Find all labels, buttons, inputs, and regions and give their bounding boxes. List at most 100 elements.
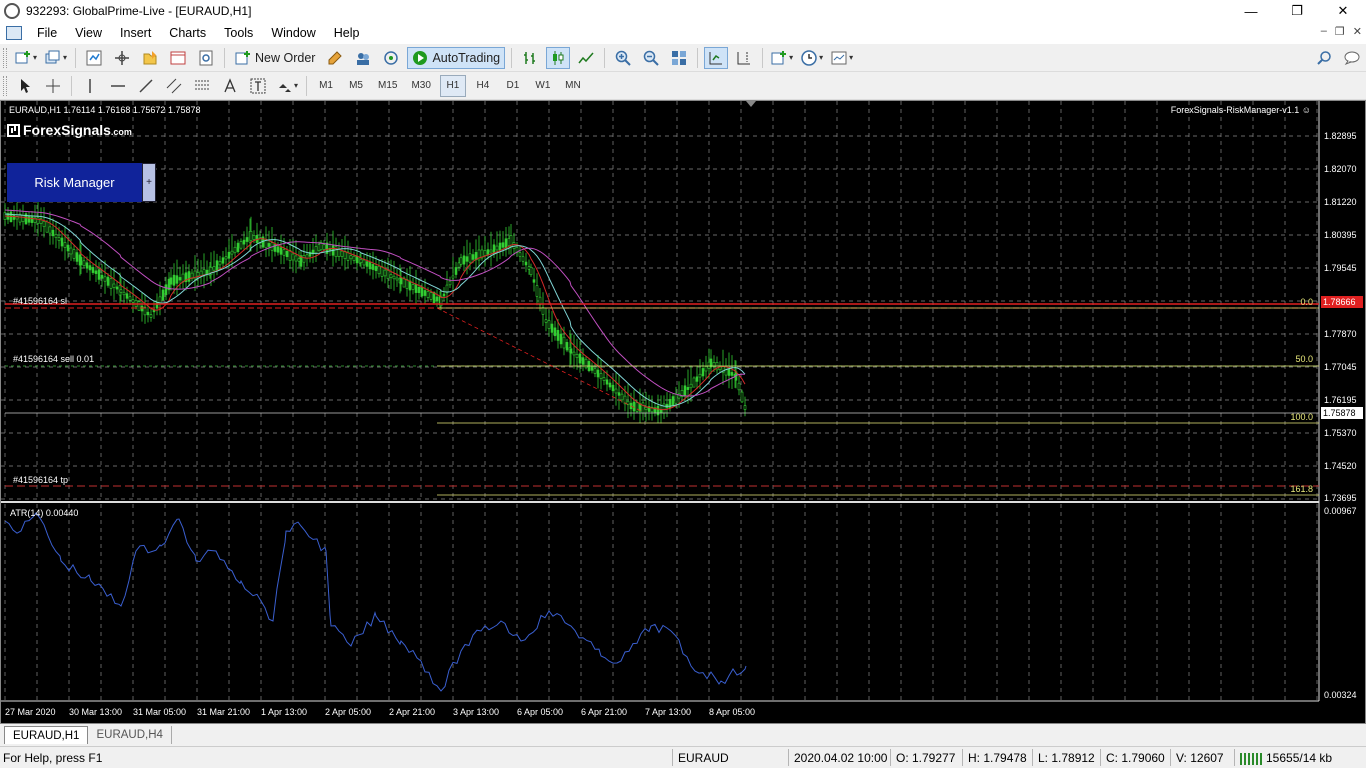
tab-euraud-h1[interactable]: EURAUD,H1 bbox=[4, 726, 89, 744]
candle-body bbox=[82, 260, 86, 267]
timeframe-m15[interactable]: M15 bbox=[373, 75, 402, 97]
mdi-close-icon[interactable]: ✕ bbox=[1353, 25, 1362, 38]
text-tool-button[interactable] bbox=[218, 75, 242, 97]
tab-euraud-h4[interactable]: EURAUD,H4 bbox=[88, 726, 172, 744]
timeframe-mn[interactable]: MN bbox=[560, 75, 586, 97]
text-label-button[interactable] bbox=[246, 75, 270, 97]
minimize-button[interactable]: — bbox=[1228, 0, 1274, 22]
candle-body bbox=[137, 301, 141, 311]
trendline-button[interactable] bbox=[134, 75, 158, 97]
new-order-button[interactable]: New Order bbox=[231, 47, 319, 69]
signals-button[interactable] bbox=[379, 47, 403, 69]
menu-bar: File View Insert Charts Tools Window Hel… bbox=[0, 22, 1366, 44]
zoom-out-button[interactable] bbox=[639, 47, 663, 69]
timeframe-m5[interactable]: M5 bbox=[343, 75, 369, 97]
search-button[interactable] bbox=[1312, 47, 1336, 69]
equidistant-channel-button[interactable] bbox=[162, 75, 186, 97]
price-axis-label: 1.81220 bbox=[1324, 197, 1357, 207]
candlestick-chart-button[interactable] bbox=[546, 46, 571, 69]
vertical-line-icon bbox=[89, 78, 91, 93]
metaeditor-button[interactable] bbox=[323, 47, 347, 69]
candle-body bbox=[575, 354, 579, 358]
menu-file[interactable]: File bbox=[28, 26, 66, 40]
metaeditor-icon bbox=[328, 50, 343, 64]
menu-view[interactable]: View bbox=[66, 26, 111, 40]
community-button[interactable] bbox=[351, 47, 375, 69]
menu-charts[interactable]: Charts bbox=[160, 26, 215, 40]
tile-windows-icon bbox=[672, 50, 687, 65]
chart-shift-button[interactable] bbox=[732, 47, 756, 69]
menu-window[interactable]: Window bbox=[262, 26, 324, 40]
risk-manager-expand-button[interactable]: + bbox=[142, 163, 156, 202]
candle-body bbox=[172, 274, 176, 286]
mdi-restore-icon[interactable]: ❐ bbox=[1335, 25, 1345, 38]
menu-help[interactable]: Help bbox=[325, 26, 369, 40]
timeframe-h1[interactable]: H1 bbox=[439, 74, 466, 97]
candle-body bbox=[359, 259, 363, 263]
timeframe-h4[interactable]: H4 bbox=[470, 75, 496, 97]
sell-order-label[interactable]: #41596164 sell 0.01 bbox=[13, 354, 94, 364]
close-button[interactable]: ✕ bbox=[1320, 0, 1366, 22]
auto-trading-button[interactable]: AutoTrading bbox=[407, 46, 506, 69]
status-connection[interactable]: 15655/14 kb bbox=[1240, 751, 1332, 765]
fibonacci-button[interactable] bbox=[190, 75, 214, 97]
mdi-minimize-icon[interactable]: – bbox=[1321, 25, 1327, 38]
horizontal-line-button[interactable] bbox=[106, 75, 130, 97]
candle-body bbox=[442, 293, 446, 297]
terminal-button[interactable] bbox=[166, 47, 190, 69]
forexsignals-logo: ForexSignals .com bbox=[7, 122, 132, 138]
zoom-in-button[interactable] bbox=[611, 47, 635, 69]
crosshair-tool-button[interactable] bbox=[41, 75, 65, 97]
expert-advisor-name[interactable]: ForexSignals-RiskManager-v1.1 ☺ bbox=[1171, 105, 1311, 115]
bar-chart-icon bbox=[524, 51, 536, 64]
candle-body bbox=[501, 242, 505, 248]
bar-chart-button[interactable] bbox=[518, 47, 542, 69]
timeframe-m1[interactable]: M1 bbox=[313, 75, 339, 97]
maximize-button[interactable]: ❐ bbox=[1274, 0, 1320, 22]
toolbar-grip[interactable] bbox=[3, 47, 7, 68]
new-chart-button[interactable] bbox=[13, 47, 39, 69]
indicators-button[interactable] bbox=[769, 47, 795, 69]
arrows-button[interactable] bbox=[274, 75, 300, 97]
status-open: O: 1.79277 bbox=[896, 751, 956, 765]
candle-body bbox=[399, 277, 403, 285]
candle-body bbox=[426, 291, 430, 298]
price-chart-canvas[interactable] bbox=[1, 101, 1365, 723]
candle-body bbox=[371, 264, 375, 270]
strategy-tester-button[interactable] bbox=[194, 47, 218, 69]
market-watch-button[interactable] bbox=[82, 47, 106, 69]
chart-window[interactable]: EURAUD,H1 1.76114 1.76168 1.75672 1.7587… bbox=[0, 100, 1366, 724]
menu-tools[interactable]: Tools bbox=[215, 26, 262, 40]
timeframe-d1[interactable]: D1 bbox=[500, 75, 526, 97]
profiles-icon bbox=[45, 50, 60, 63]
candle-body bbox=[584, 358, 588, 369]
toolbar-separator bbox=[604, 47, 606, 68]
risk-manager-button[interactable]: Risk Manager bbox=[7, 163, 142, 202]
auto-scroll-button[interactable] bbox=[704, 46, 729, 69]
line-chart-button[interactable] bbox=[574, 47, 598, 69]
data-window-button[interactable] bbox=[110, 47, 134, 69]
candle-body bbox=[740, 391, 744, 403]
auto-trading-label: AutoTrading bbox=[432, 50, 501, 65]
timeframe-w1[interactable]: W1 bbox=[530, 75, 556, 97]
toolbar-grip[interactable] bbox=[3, 75, 7, 96]
toolbar-separator bbox=[511, 47, 513, 68]
candle-body bbox=[169, 277, 173, 285]
templates-button[interactable] bbox=[829, 47, 855, 69]
chat-button[interactable] bbox=[1340, 47, 1364, 69]
profiles-button[interactable] bbox=[43, 47, 69, 69]
timeframe-m30[interactable]: M30 bbox=[406, 75, 435, 97]
vertical-line-button[interactable] bbox=[78, 75, 102, 97]
drawing-toolbar: M1 M5 M15 M30 H1 H4 D1 W1 MN bbox=[0, 72, 1366, 100]
candle-body bbox=[57, 237, 61, 241]
menu-insert[interactable]: Insert bbox=[111, 26, 160, 40]
chart-window-icon[interactable] bbox=[6, 26, 22, 40]
fib-level-0: 0.0 bbox=[1300, 297, 1313, 307]
stop-loss-label[interactable]: #41596164 sl bbox=[13, 296, 67, 306]
periods-button[interactable] bbox=[799, 47, 825, 69]
stop-loss-price-box: 1.78666 bbox=[1321, 296, 1363, 308]
tile-windows-button[interactable] bbox=[667, 47, 691, 69]
navigator-button[interactable] bbox=[138, 47, 162, 69]
take-profit-label[interactable]: #41596164 tp bbox=[13, 475, 68, 485]
cursor-tool-button[interactable] bbox=[13, 75, 37, 97]
